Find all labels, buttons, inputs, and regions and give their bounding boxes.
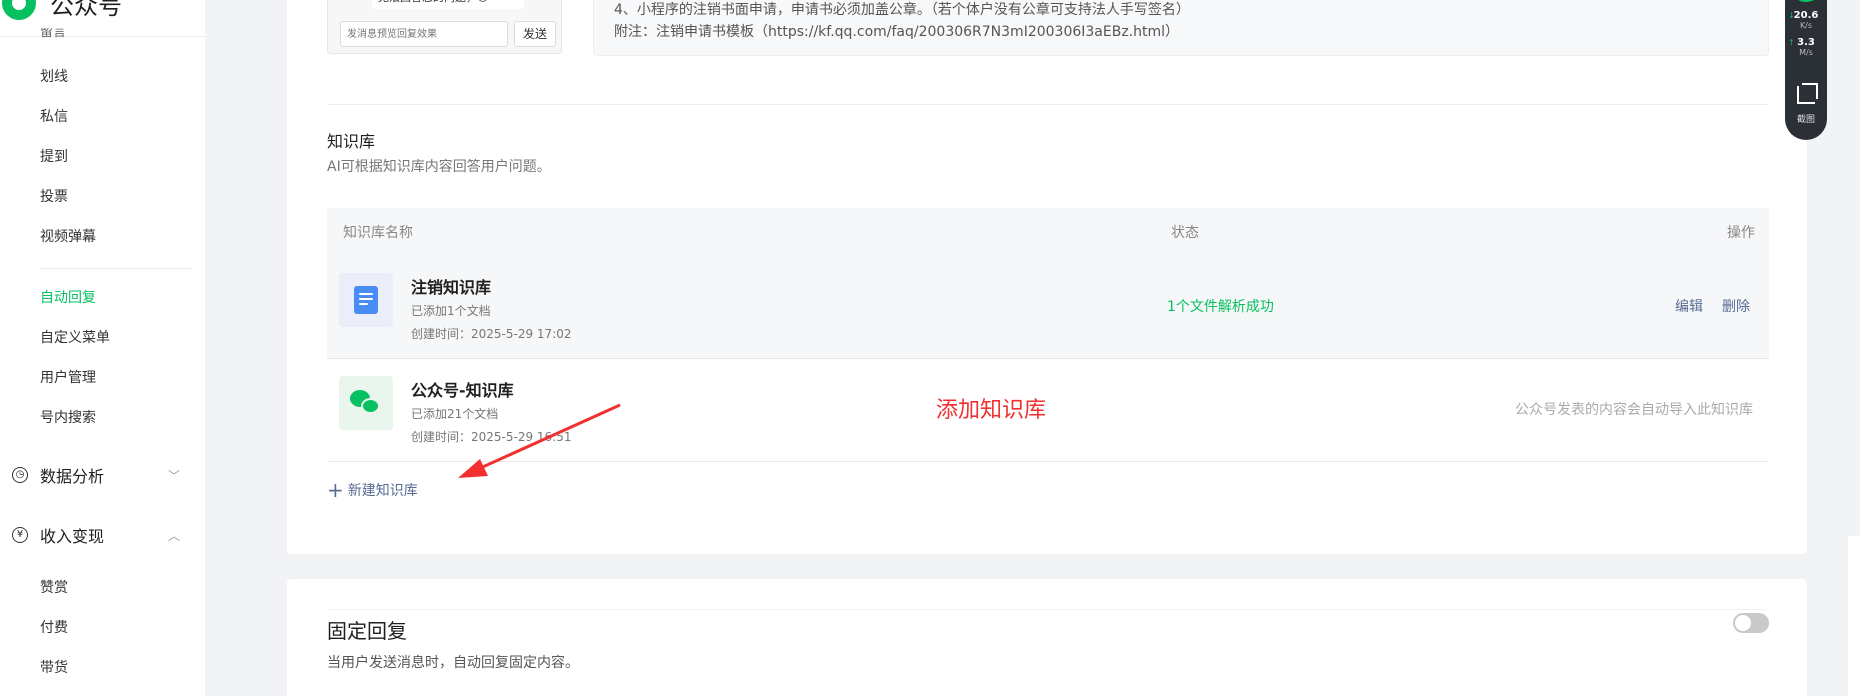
new-knowledge-label: 新建知识库: [347, 483, 418, 499]
delete-button[interactable]: 删除: [1722, 296, 1750, 316]
edit-button[interactable]: 编辑: [1675, 296, 1703, 316]
auto-reply-card: 无法回答您的问题，😊 发送 4、小程序的注销书面申请，申请书必须加盖公章。（若个…: [287, 0, 1807, 554]
sidebar-item-commerce[interactable]: 带货: [40, 658, 68, 678]
table-row: 公众号-知识库 已添加21个文档 创建时间：2025-5-29 16:51 公众…: [327, 359, 1769, 462]
knowledge-name: 注销知识库: [411, 278, 492, 297]
speed-widget[interactable]: ↓ 20.6 K/s ↑ 3.3 M/s 截图: [1785, 0, 1827, 140]
sidebar-group-analytics[interactable]: ◷ 数据分析 ﹀: [12, 463, 182, 487]
column-status: 状态: [1171, 225, 1199, 241]
crop-icon[interactable]: [1797, 83, 1818, 104]
status-text: 1个文件解析成功: [1167, 299, 1274, 315]
sidebar-item-in-account-search[interactable]: 号内搜索: [40, 408, 96, 428]
notice-box: 4、小程序的注销书面申请，申请书必须加盖公章。（若个体户没有公章可支持法人手写签…: [593, 0, 1769, 56]
notice-line: 4、小程序的注销书面申请，申请书必须加盖公章。（若个体户没有公章可支持法人手写签…: [614, 2, 1190, 18]
preview-message-input[interactable]: [340, 21, 508, 47]
sidebar: 公众号 留言 划线 私信 提到 投票 视频弹幕 自动回复 自定义菜单 用户管理 …: [0, 0, 205, 696]
sidebar-item-messages[interactable]: 私信: [40, 107, 68, 127]
knowledge-created-time: 创建时间：2025-5-29 16:51: [411, 430, 572, 444]
knowledge-title: 知识库: [327, 132, 376, 151]
chevron-up-icon: ︿: [167, 529, 180, 543]
yen-icon: ¥: [12, 527, 28, 543]
wechat-logo-icon: [2, 0, 36, 20]
upload-speed-unit: M/s: [1799, 48, 1813, 57]
fixed-reply-desc: 当用户发送消息时，自动回复固定内容。: [327, 655, 579, 671]
sidebar-item-highlight[interactable]: 划线: [40, 67, 68, 87]
brand[interactable]: 公众号: [0, 0, 122, 20]
chevron-down-icon: ﹀: [167, 469, 180, 483]
notice-appendix: 附注：注销申请书模板（https://kf.qq.com/faq/200306R…: [614, 24, 1180, 40]
knowledge-doc-count: 已添加1个文档: [411, 304, 491, 318]
knowledge-desc: AI可根据知识库内容回答用户问题。: [327, 159, 551, 175]
download-speed-unit: K/s: [1799, 21, 1813, 30]
wechat-icon: [339, 376, 393, 430]
sidebar-item-reward[interactable]: 赞赏: [40, 578, 68, 598]
sidebar-item-user-management[interactable]: 用户管理: [40, 368, 96, 388]
sidebar-item-paid[interactable]: 付费: [40, 618, 68, 638]
section-divider: [327, 609, 1769, 610]
knowledge-note: 公众号发表的内容会自动导入此知识库: [1515, 402, 1753, 418]
sidebar-item-comments[interactable]: 留言: [40, 28, 66, 38]
knowledge-doc-count: 已添加21个文档: [411, 407, 499, 421]
knowledge-name: 公众号-知识库: [411, 381, 514, 400]
edge-panel: [1848, 536, 1860, 696]
brand-divider: [0, 36, 205, 37]
sidebar-group-monetize[interactable]: ¥ 收入变现 ︿: [12, 523, 182, 547]
preview-send-button[interactable]: 发送: [514, 21, 556, 47]
sidebar-item-video-danmaku[interactable]: 视频弹幕: [40, 227, 96, 247]
sidebar-item-votes[interactable]: 投票: [40, 187, 68, 207]
sidebar-item-auto-reply[interactable]: 自动回复: [40, 288, 96, 308]
knowledge-table-header: 知识库名称 状态 操作: [327, 208, 1769, 256]
speed-ring-icon: [1790, 0, 1822, 2]
upload-speed-value: 3.3: [1797, 37, 1815, 48]
fixed-reply-title: 固定回复: [327, 619, 407, 643]
brand-name: 公众号: [50, 0, 122, 20]
sidebar-item-custom-menu[interactable]: 自定义菜单: [40, 328, 110, 348]
reply-preview: 无法回答您的问题，😊 发送: [327, 0, 562, 54]
column-action: 操作: [1727, 225, 1755, 241]
new-knowledge-button[interactable]: + 新建知识库: [327, 480, 418, 500]
annotation-label: 添加知识库: [936, 398, 1047, 423]
plus-icon: +: [327, 478, 344, 502]
screenshot-label: 截图: [1796, 115, 1815, 125]
table-row: 注销知识库 已添加1个文档 创建时间：2025-5-29 17:02 1个文件解…: [327, 256, 1769, 359]
section-divider: [327, 104, 1769, 105]
fixed-reply-toggle[interactable]: [1733, 613, 1769, 633]
sidebar-divider: [40, 268, 192, 269]
preview-message-bubble: 无法回答您的问题，😊: [372, 0, 524, 9]
download-speed-value: 20.6: [1793, 10, 1819, 21]
fixed-reply-card: 固定回复 当用户发送消息时，自动回复固定内容。: [287, 579, 1807, 696]
document-icon: [339, 273, 393, 327]
sidebar-item-mentions[interactable]: 提到: [40, 147, 68, 167]
clock-icon: ◷: [12, 467, 28, 483]
sidebar-group-label: 数据分析: [40, 467, 105, 486]
column-name: 知识库名称: [343, 225, 413, 241]
knowledge-created-time: 创建时间：2025-5-29 17:02: [411, 327, 572, 341]
sidebar-group-label: 收入变现: [40, 527, 105, 546]
